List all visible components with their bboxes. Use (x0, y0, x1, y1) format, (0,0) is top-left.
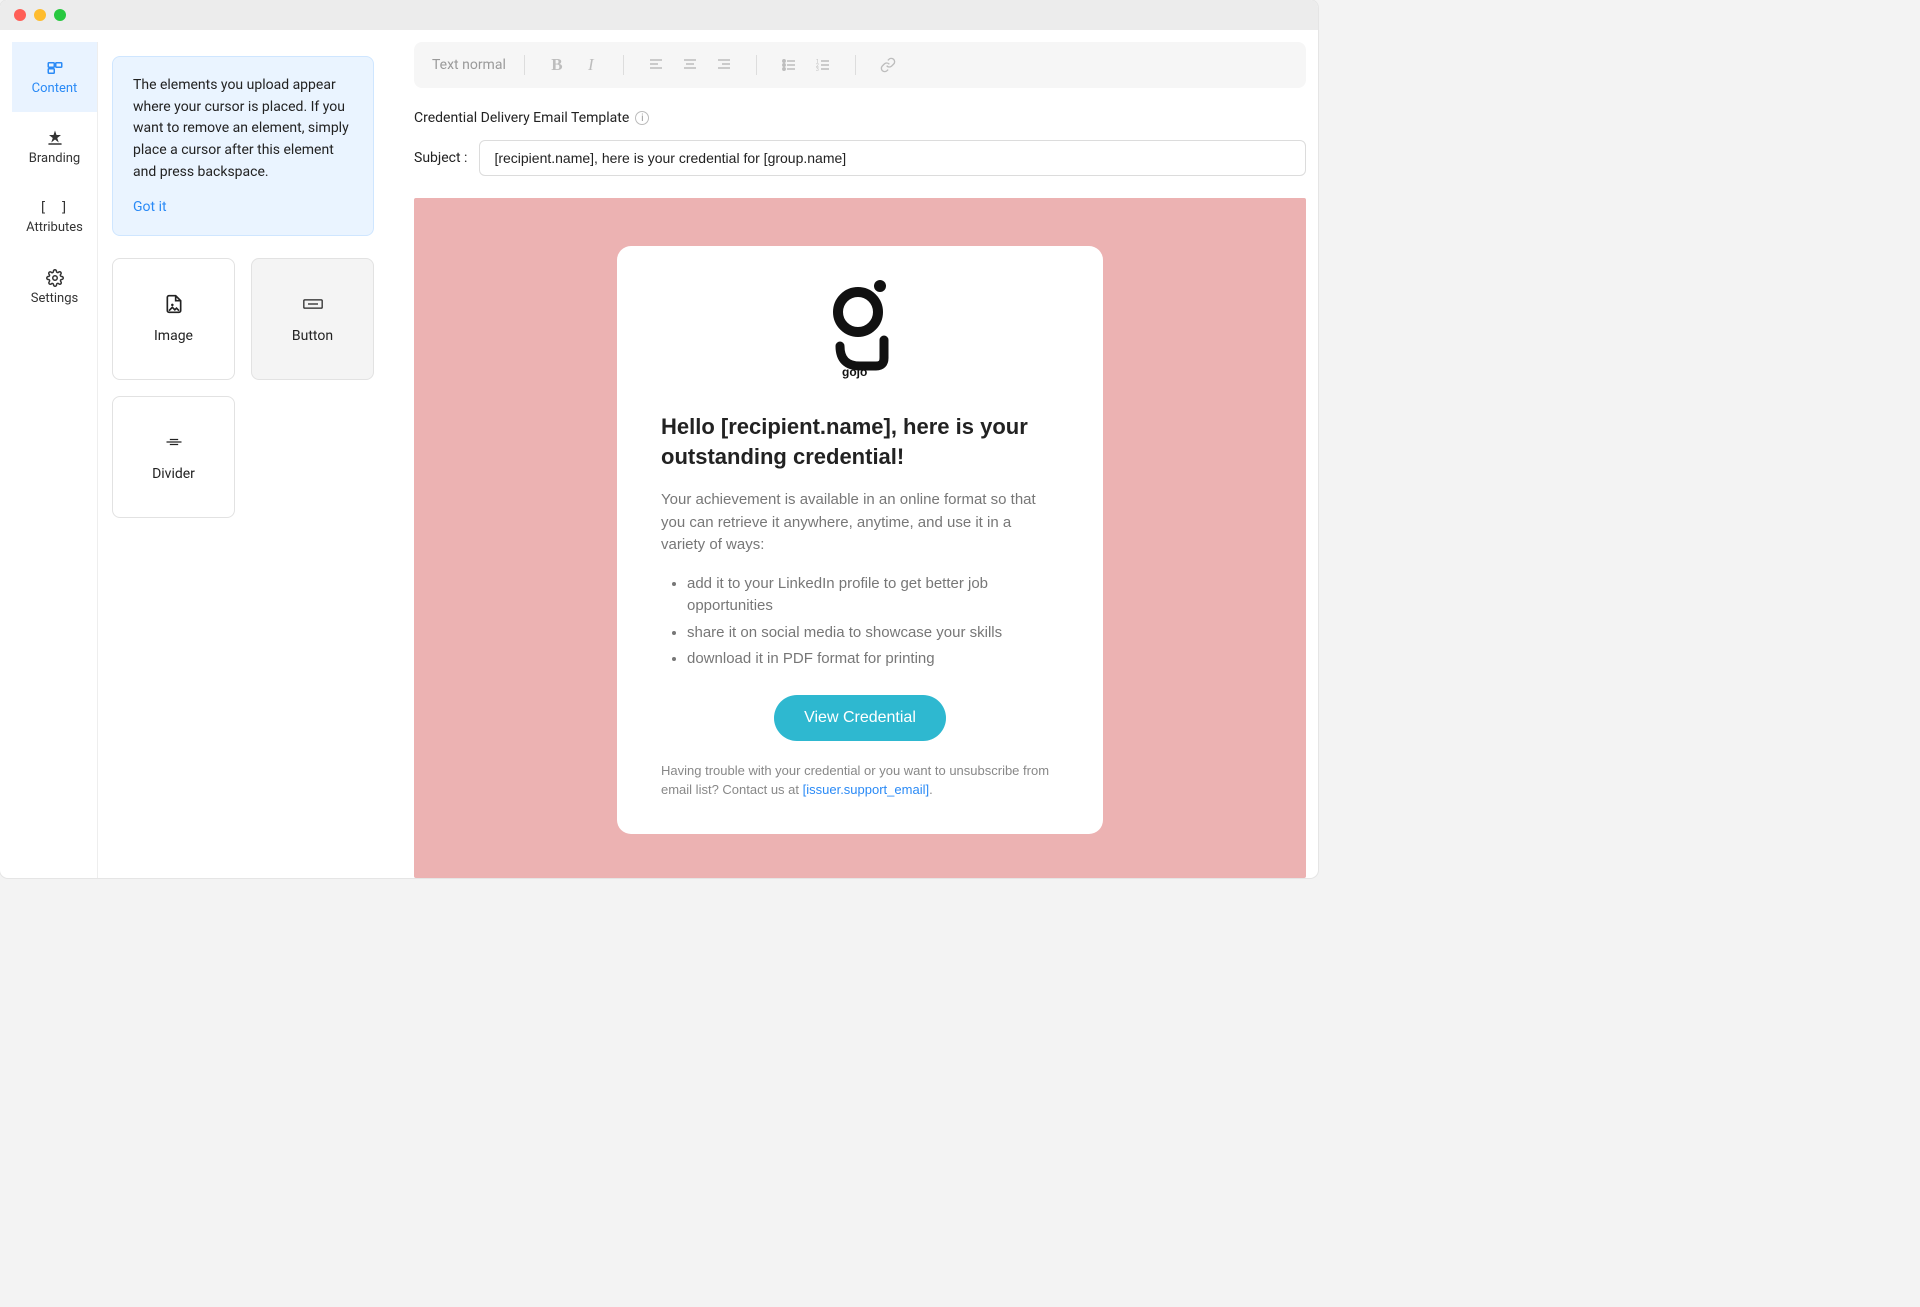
template-header: Credential Delivery Email Template i (414, 110, 1306, 126)
email-body[interactable]: Your achievement is available in an onli… (661, 489, 1059, 800)
email-heading[interactable]: Hello [recipient.name], here is your out… (661, 412, 1059, 471)
email-canvas[interactable]: gojo Hello [recipient.name], here is you… (414, 198, 1306, 878)
logo: gojo (661, 276, 1059, 386)
element-button[interactable]: Button (251, 258, 374, 380)
sidebar-item-content[interactable]: Content (12, 42, 97, 112)
logo-icon: gojo (820, 276, 900, 386)
numbered-list-button[interactable]: 123 (809, 51, 837, 79)
toolbar-separator (623, 55, 624, 75)
email-footer: Having trouble with your credential or y… (661, 761, 1059, 800)
support-email-link[interactable]: [issuer.support_email] (803, 782, 929, 797)
divider-icon (164, 432, 184, 452)
content-icon (46, 59, 64, 77)
email-intro: Your achievement is available in an onli… (661, 489, 1059, 557)
window-minimize-icon[interactable] (34, 9, 46, 21)
email-card: gojo Hello [recipient.name], here is you… (617, 246, 1103, 834)
element-label: Button (292, 328, 333, 344)
info-text: The elements you upload appear where you… (133, 77, 349, 180)
editor: Text normal B I 123 (388, 42, 1306, 878)
window-maximize-icon[interactable] (54, 9, 66, 21)
align-right-button[interactable] (710, 51, 738, 79)
template-title: Credential Delivery Email Template (414, 110, 629, 126)
link-button[interactable] (874, 51, 902, 79)
element-label: Image (154, 328, 193, 344)
sidebar: Content Branding [ ] Attributes Settings (12, 42, 98, 878)
text-style-selector[interactable]: Text normal (432, 57, 506, 73)
subject-row: Subject : (414, 140, 1306, 176)
toolbar-separator (524, 55, 525, 75)
toolbar-separator (855, 55, 856, 75)
list-item: add it to your LinkedIn profile to get b… (687, 573, 1059, 618)
element-divider[interactable]: Divider (112, 396, 235, 518)
sidebar-item-branding[interactable]: Branding (12, 112, 97, 182)
element-label: Divider (152, 466, 195, 482)
toolbar: Text normal B I 123 (414, 42, 1306, 88)
gear-icon (46, 269, 64, 287)
bullet-list-button[interactable] (775, 51, 803, 79)
sidebar-item-settings[interactable]: Settings (12, 252, 97, 322)
info-icon[interactable]: i (635, 111, 649, 125)
list-item: share it on social media to showcase you… (687, 622, 1059, 645)
brackets-icon: [ ] (39, 200, 70, 216)
bold-button[interactable]: B (543, 51, 571, 79)
svg-text:gojo: gojo (842, 365, 867, 379)
sidebar-item-label: Branding (29, 151, 80, 166)
titlebar (0, 0, 1318, 30)
button-icon (303, 294, 323, 314)
sidebar-item-label: Settings (31, 291, 78, 306)
elements-panel: The elements you upload appear where you… (98, 42, 388, 878)
svg-text:3: 3 (816, 67, 819, 73)
elements-grid: Image Button Divider (112, 258, 374, 518)
toolbar-separator (756, 55, 757, 75)
element-image[interactable]: Image (112, 258, 235, 380)
list-item: download it in PDF format for printing (687, 648, 1059, 671)
sidebar-item-label: Attributes (26, 220, 83, 235)
info-dismiss-link[interactable]: Got it (133, 197, 167, 219)
subject-input[interactable] (479, 140, 1306, 176)
window-close-icon[interactable] (14, 9, 26, 21)
branding-icon (46, 129, 64, 147)
email-bullets: add it to your LinkedIn profile to get b… (687, 573, 1059, 671)
info-box: The elements you upload appear where you… (112, 56, 374, 236)
italic-button[interactable]: I (577, 51, 605, 79)
image-icon (164, 294, 184, 314)
view-credential-button[interactable]: View Credential (774, 695, 946, 741)
app-window: Content Branding [ ] Attributes Settings… (0, 0, 1318, 878)
align-center-button[interactable] (676, 51, 704, 79)
subject-label: Subject : (414, 150, 467, 166)
align-left-button[interactable] (642, 51, 670, 79)
sidebar-item-attributes[interactable]: [ ] Attributes (12, 182, 97, 252)
sidebar-item-label: Content (32, 81, 78, 96)
